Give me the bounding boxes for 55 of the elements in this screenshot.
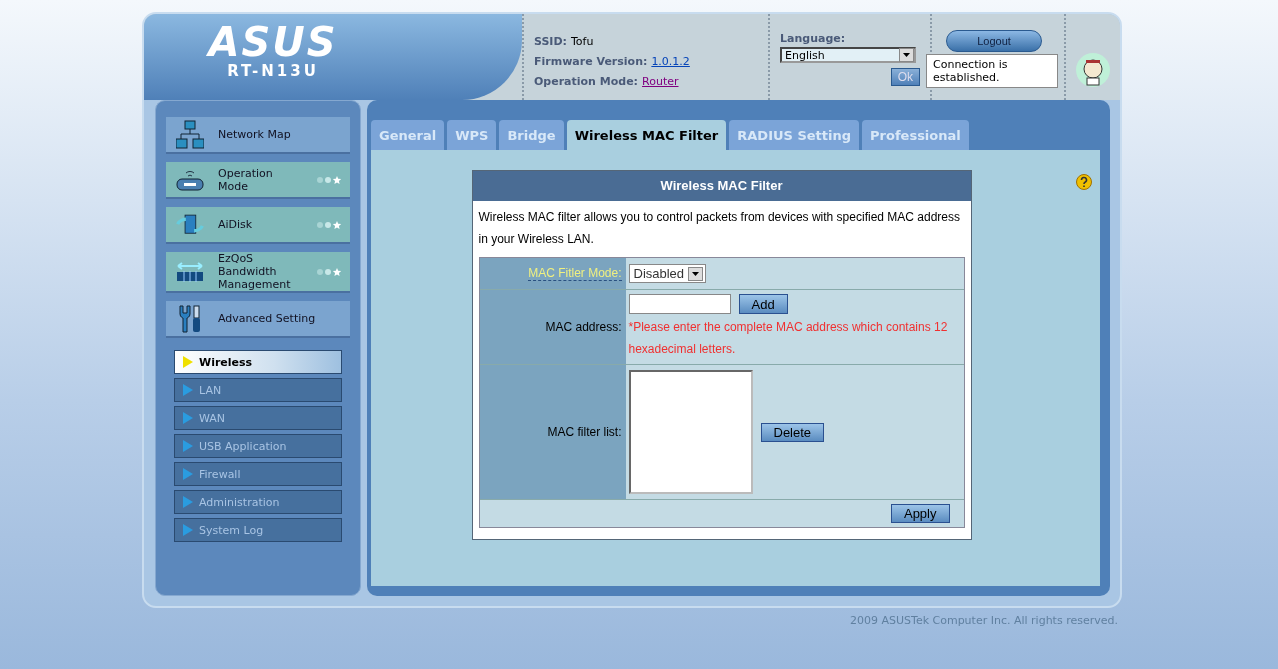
mac-list[interactable] [628, 370, 753, 494]
submenu-item[interactable]: USB Application [174, 434, 342, 458]
network-icon [176, 119, 204, 150]
mode-select[interactable]: Disabled [628, 264, 707, 283]
menu-item[interactable]: AiDisk [166, 207, 350, 244]
info-label: Operation Mode: [534, 75, 639, 88]
menu-item[interactable]: Advanced Setting [166, 301, 350, 338]
bandwidth-icon [176, 260, 204, 283]
submenu-item[interactable]: Wireless [174, 350, 342, 374]
delete-button[interactable]: Delete [760, 422, 825, 442]
menu-item[interactable]: Network Map [166, 117, 350, 154]
submenu-item[interactable]: System Log [174, 518, 342, 542]
model-name: RT-N13U [227, 62, 319, 80]
submenu-item[interactable]: LAN [174, 378, 342, 402]
copyright: 2009 ASUSTek Computer Inc. All rights reserved. [850, 614, 1118, 627]
tools-icon [178, 303, 202, 334]
triangle-icon [183, 356, 193, 368]
triangle-icon [183, 412, 193, 424]
info-link[interactable]: 1.0.1.2 [651, 55, 690, 68]
triangle-icon [183, 468, 193, 480]
menu-item[interactable]: Operation Mode [166, 162, 350, 199]
mode-label: MAC Fitler Mode: [528, 266, 622, 281]
submenu-item[interactable]: Firewall [174, 462, 342, 486]
field-label: MAC address: [545, 320, 622, 334]
triangle-icon [183, 384, 193, 396]
submenu-item[interactable]: Administration [174, 490, 342, 514]
panel-title: Wireless MAC Filter [472, 171, 971, 201]
field-label: MAC filter list: [547, 425, 622, 439]
menu-item[interactable]: EzQoS Bandwidth Management [166, 252, 350, 293]
logo: ASUS [208, 22, 338, 62]
stars-icon [316, 267, 342, 276]
dropdown-icon [903, 53, 910, 57]
submenu-item[interactable]: WAN [174, 406, 342, 430]
logout-button[interactable]: Logout [946, 30, 1042, 52]
status-tooltip: Connection is established. [926, 54, 1058, 88]
triangle-icon [183, 440, 193, 452]
description: Wireless MAC filter allows you to control packets from devices with specified MAC address in your Wireless LAN. [477, 209, 961, 248]
hint-text: *Please enter the complete MAC address which contains 12 hexadecimal letters. [628, 319, 949, 358]
dropdown-icon [692, 271, 700, 276]
add-button[interactable]: Add [738, 294, 788, 314]
triangle-icon [183, 496, 193, 508]
stars-icon [316, 220, 342, 229]
help-icon [1076, 174, 1092, 190]
language-label: Language: [780, 32, 847, 45]
info-link[interactable]: Router [642, 75, 679, 88]
info-label: Firmware Version: [534, 55, 648, 68]
info-value: Tofu [571, 35, 594, 48]
info-label: SSID: [534, 35, 567, 48]
avatar-icon [1075, 52, 1111, 88]
triangle-icon [183, 524, 193, 536]
tab[interactable]: Wireless MAC Filter [566, 120, 727, 150]
stars-icon [316, 175, 342, 184]
language-select[interactable]: English [780, 47, 916, 63]
apply-button[interactable]: Apply [890, 504, 950, 523]
mac-address-field[interactable] [628, 294, 731, 314]
